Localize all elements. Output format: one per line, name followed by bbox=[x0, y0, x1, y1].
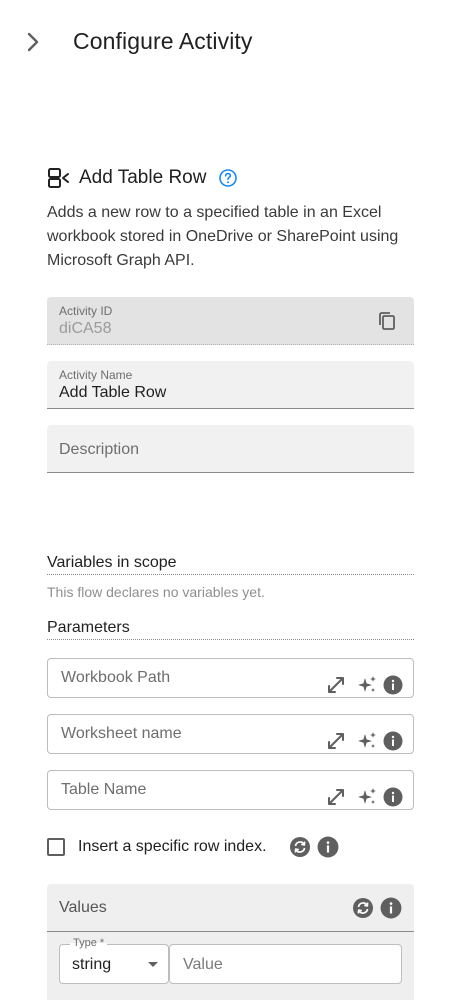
worksheet-name-placeholder: Worksheet name bbox=[61, 725, 182, 742]
row-index-label: Insert a specific row index. bbox=[78, 838, 267, 855]
values-title: Values bbox=[59, 899, 107, 916]
row-index-option: Insert a specific row index. bbox=[47, 836, 345, 858]
expand-icon[interactable] bbox=[325, 786, 347, 808]
worksheet-name-input[interactable]: Worksheet name bbox=[47, 714, 414, 754]
activity-name-label: Activity Name bbox=[59, 368, 133, 382]
workbook-path-input[interactable]: Workbook Path bbox=[47, 658, 414, 698]
type-select[interactable]: Type * string bbox=[59, 937, 169, 984]
expand-icon[interactable] bbox=[325, 674, 347, 696]
workbook-path-placeholder: Workbook Path bbox=[61, 669, 171, 686]
help-icon[interactable] bbox=[218, 168, 238, 188]
magic-sparkle-icon[interactable] bbox=[356, 786, 378, 808]
value-input[interactable]: Value bbox=[169, 944, 402, 984]
magic-sparkle-icon[interactable] bbox=[356, 674, 378, 696]
activity-id-label: Activity ID bbox=[59, 304, 113, 318]
activity-heading: Add Table Row bbox=[47, 164, 238, 192]
table-name-placeholder: Table Name bbox=[61, 781, 147, 798]
parameters-section-title: Parameters bbox=[47, 619, 414, 640]
description-field[interactable]: Description bbox=[47, 425, 414, 473]
value-placeholder: Value bbox=[183, 956, 223, 973]
table-name-input[interactable]: Table Name bbox=[47, 770, 414, 810]
activity-name-field[interactable]: Activity Name Add Table Row bbox=[47, 361, 414, 409]
chevron-down-icon[interactable] bbox=[148, 962, 158, 967]
sync-icon[interactable] bbox=[289, 836, 311, 858]
copy-icon[interactable] bbox=[376, 310, 398, 332]
sync-icon[interactable] bbox=[352, 897, 374, 919]
chevron-right-icon[interactable] bbox=[22, 29, 44, 55]
activity-title: Add Table Row bbox=[79, 167, 207, 188]
table-row-add-icon bbox=[47, 166, 71, 190]
expand-icon[interactable] bbox=[325, 730, 347, 752]
info-icon[interactable] bbox=[383, 675, 403, 695]
activity-description: Adds a new row to a specified table in a… bbox=[47, 204, 399, 269]
magic-sparkle-icon[interactable] bbox=[356, 730, 378, 752]
info-icon[interactable] bbox=[383, 787, 403, 807]
activity-id-field: Activity ID diCA58 bbox=[47, 297, 414, 345]
description-placeholder: Description bbox=[59, 441, 140, 458]
type-value: string bbox=[72, 956, 112, 973]
info-icon[interactable] bbox=[317, 836, 339, 858]
values-header: Values bbox=[47, 884, 414, 932]
info-icon[interactable] bbox=[383, 731, 403, 751]
activity-id-value: diCA58 bbox=[59, 320, 112, 337]
panel-header: Configure Activity bbox=[0, 0, 470, 84]
info-icon[interactable] bbox=[380, 897, 402, 919]
values-panel: Values Type * string Value bbox=[47, 884, 414, 1000]
activity-name-value[interactable]: Add Table Row bbox=[59, 384, 166, 402]
page-title: Configure Activity bbox=[73, 28, 253, 54]
variables-section-title: Variables in scope bbox=[47, 554, 414, 575]
type-label: Type * bbox=[70, 937, 108, 949]
row-index-checkbox[interactable] bbox=[47, 838, 65, 856]
variables-note: This flow declares no variables yet. bbox=[47, 584, 265, 600]
